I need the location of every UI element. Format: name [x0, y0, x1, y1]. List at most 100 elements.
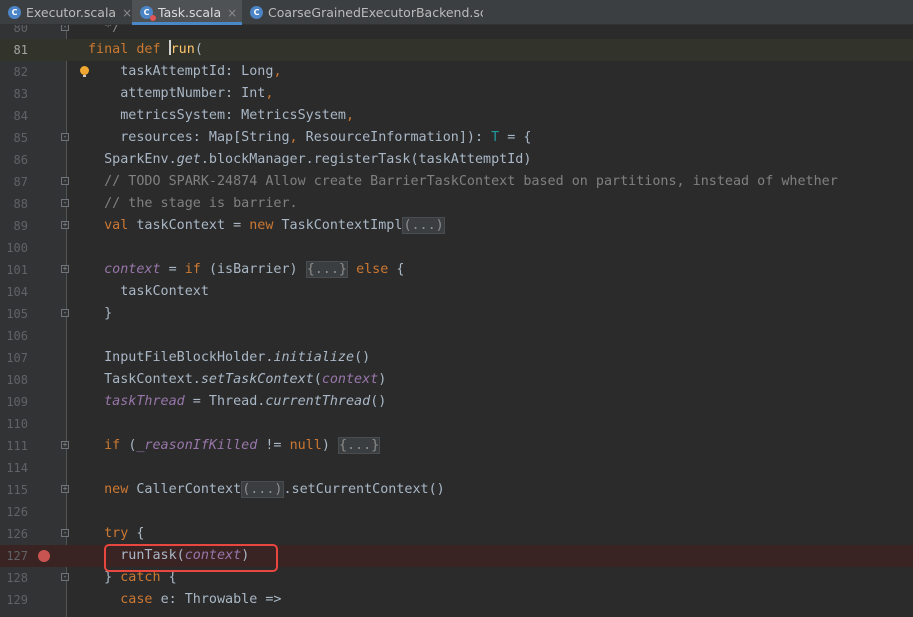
code-line[interactable]: 89 + val taskContext = new TaskContextIm…: [0, 215, 913, 237]
code-text: final def run(: [88, 39, 203, 61]
code-token: {: [396, 262, 405, 277]
code-token: // TODO SPARK-24874 Allow create Barrier…: [88, 174, 838, 189]
line-number: 111: [6, 439, 28, 453]
close-icon[interactable]: ×: [122, 6, 132, 20]
code-line[interactable]: 115 + new CallerContext(...).setCurrentC…: [0, 479, 913, 501]
code-line-current[interactable]: 81 final def run(: [0, 39, 913, 61]
tab-coarse-grained-executor-backend-scala[interactable]: C CoarseGrainedExecutorBackend.scala: [250, 0, 483, 25]
fold-expand-icon[interactable]: +: [61, 265, 69, 273]
code-line[interactable]: 84 metricsSystem: MetricsSystem,: [0, 105, 913, 127]
code-token: (: [194, 42, 203, 57]
code-token: */: [88, 25, 121, 35]
code-token: CallerContext: [136, 482, 242, 497]
code-token: val: [104, 218, 137, 233]
code-line[interactable]: 82 taskAttemptId: Long,: [0, 61, 913, 83]
code-editor[interactable]: 80 - */ 81 final def run( 82 taskAttempt…: [0, 25, 913, 617]
tab-executor-scala[interactable]: C Executor.scala ×: [8, 0, 132, 25]
line-number: 88: [13, 197, 28, 211]
breakpoint-icon[interactable]: [38, 550, 50, 562]
code-line[interactable]: 85 - resources: Map[String, ResourceInfo…: [0, 127, 913, 149]
code-text: // TODO SPARK-24874 Allow create Barrier…: [88, 171, 838, 193]
line-number: 126: [6, 527, 28, 541]
code-token: ): [378, 372, 387, 387]
code-text: InputFileBlockHolder.initialize(): [88, 347, 370, 369]
error-badge-icon: [150, 15, 156, 21]
editor-tab-bar: C Executor.scala × C Task.scala × C Coar…: [0, 0, 913, 25]
line-number: 105: [6, 307, 28, 321]
line-number: 100: [6, 241, 28, 255]
code-token: currentThread: [265, 394, 371, 409]
line-number: 104: [6, 285, 28, 299]
code-text: taskThread = Thread.currentThread(): [88, 391, 386, 413]
fold-marker-icon[interactable]: -: [61, 573, 69, 581]
code-text: */: [88, 25, 120, 39]
tab-label: Executor.scala: [26, 5, 117, 20]
code-line[interactable]: 104 taskContext: [0, 281, 913, 303]
fold-marker-icon[interactable]: -: [61, 199, 69, 207]
code-line[interactable]: 129 case e: Throwable =>: [0, 589, 913, 611]
code-token: new: [249, 218, 282, 233]
code-token: (): [370, 394, 387, 409]
code-token: final def: [88, 42, 169, 57]
code-line[interactable]: 100: [0, 237, 913, 259]
tab-task-scala[interactable]: C Task.scala ×: [132, 0, 242, 25]
fold-marker-icon[interactable]: -: [61, 177, 69, 185]
code-line[interactable]: 83 attemptNumber: Int,: [0, 83, 913, 105]
code-token: run: [170, 42, 195, 57]
code-token: = Thread.: [184, 394, 266, 409]
code-token: if: [104, 438, 129, 453]
code-text: if (_reasonIfKilled != null) {...}: [88, 435, 381, 457]
code-token: SparkEnv.: [88, 152, 177, 167]
code-line[interactable]: 126: [0, 501, 913, 523]
code-line[interactable]: 80 - */: [0, 25, 913, 39]
code-line[interactable]: 105 - }: [0, 303, 913, 325]
code-line[interactable]: 88 - // the stage is barrier.: [0, 193, 913, 215]
code-line[interactable]: 107 InputFileBlockHolder.initialize(): [0, 347, 913, 369]
fold-expand-icon[interactable]: +: [61, 485, 69, 493]
code-text: case e: Throwable =>: [88, 589, 282, 611]
line-number: 129: [6, 593, 28, 607]
code-token: e: Throwable =>: [160, 592, 282, 607]
fold-marker-icon[interactable]: -: [61, 529, 69, 537]
code-token: get: [176, 152, 201, 167]
code-line[interactable]: 106: [0, 325, 913, 347]
line-number: 83: [13, 87, 28, 101]
code-line[interactable]: 110: [0, 413, 913, 435]
code-token: setTaskContext: [200, 372, 314, 387]
fold-expand-icon[interactable]: +: [61, 221, 69, 229]
code-line[interactable]: 101 + context = if (isBarrier) {...} els…: [0, 259, 913, 281]
code-token: taskContext: [88, 284, 209, 299]
line-number: 89: [13, 219, 28, 233]
code-line[interactable]: 126 - try {: [0, 523, 913, 545]
code-token: resources: Map[String: [88, 130, 290, 145]
fold-expand-icon[interactable]: +: [61, 441, 69, 449]
code-token: // the stage is barrier.: [88, 196, 298, 211]
code-line[interactable]: 111 + if (_reasonIfKilled != null) {...}: [0, 435, 913, 457]
code-token: }: [88, 306, 113, 321]
fold-marker-icon[interactable]: -: [61, 133, 69, 141]
code-line[interactable]: 87 - // TODO SPARK-24874 Allow create Ba…: [0, 171, 913, 193]
code-token: }: [88, 570, 121, 585]
code-text: new CallerContext(...).setCurrentContext…: [88, 479, 445, 501]
code-token: ,: [289, 130, 306, 145]
code-line[interactable]: 86 SparkEnv.get.blockManager.registerTas…: [0, 149, 913, 171]
line-number: 87: [13, 175, 28, 189]
code-line[interactable]: 114: [0, 457, 913, 479]
code-token: T: [491, 130, 500, 145]
code-line[interactable]: 109 taskThread = Thread.currentThread(): [0, 391, 913, 413]
fold-marker-icon[interactable]: -: [61, 25, 69, 31]
code-token: attemptNumber: Int: [88, 86, 266, 101]
code-token: try: [104, 526, 137, 541]
code-line[interactable]: 108 TaskContext.setTaskContext(context): [0, 369, 913, 391]
fold-marker-icon[interactable]: -: [61, 309, 69, 317]
code-text: TaskContext.setTaskContext(context): [88, 369, 386, 391]
line-number: 128: [6, 571, 28, 585]
code-token: _reasonIfKilled: [136, 438, 258, 453]
code-token: ResourceInformation]):: [305, 130, 492, 145]
code-token: initialize: [273, 350, 355, 365]
scala-file-icon: C: [140, 6, 156, 21]
close-icon[interactable]: ×: [227, 6, 237, 20]
code-token: {...}: [337, 437, 381, 454]
